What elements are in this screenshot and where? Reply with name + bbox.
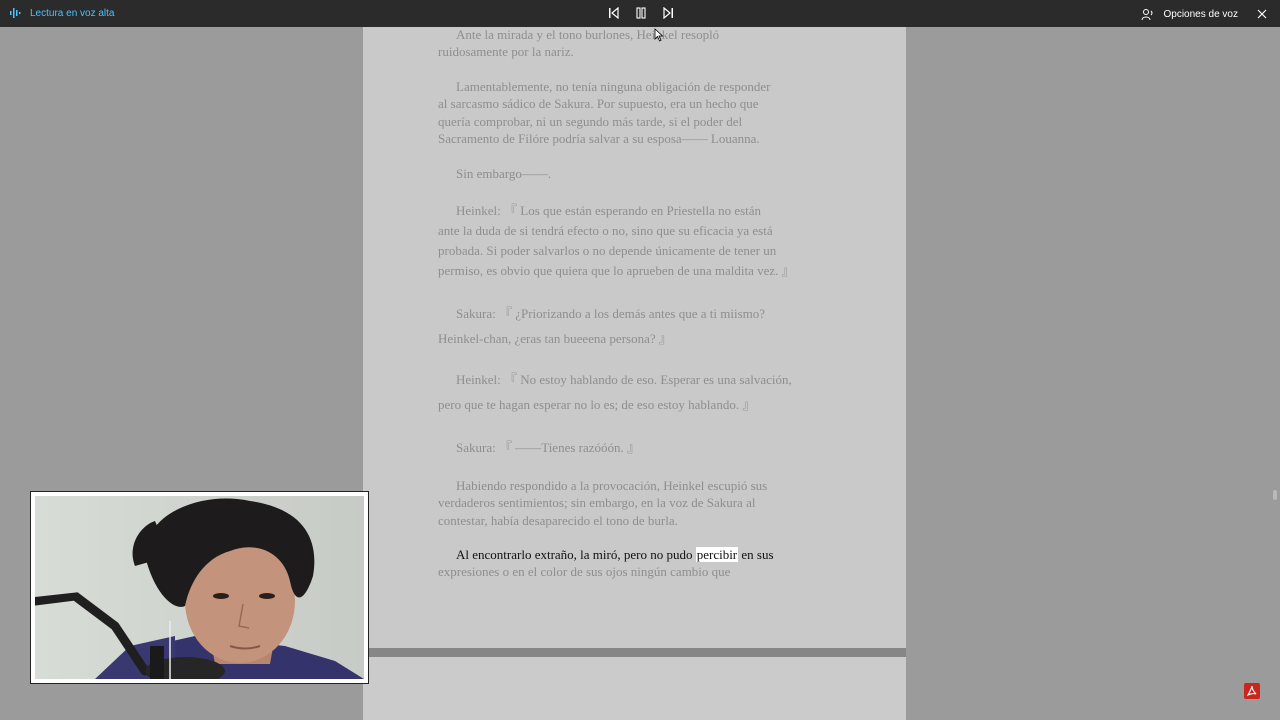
scrollbar-thumb[interactable] [1273,490,1277,500]
text-line: Heinkel: 『 No estoy hablando de eso. Esp… [456,372,792,387]
pdf-icon[interactable] [1244,683,1260,699]
text-line: ante la duda de si tendrá efecto o no, s… [438,223,773,238]
paragraph: Sin embargo——. [438,165,831,182]
text-line: Lamentablemente, no tenía ninguna obliga… [456,79,771,94]
toolbar-right: Opciones de voz [1140,6,1271,22]
paragraph: Sakura: 『 ——Tienes razóóón. 』 [438,439,831,456]
skip-next-icon[interactable] [660,5,676,21]
paragraph: Habiendo respondido a la provocación, He… [438,477,831,529]
text-line: Sakura: 『 ——Tienes razóóón. 』 [456,440,641,455]
read-aloud-indicator[interactable]: Lectura en voz alta [10,7,115,19]
text-line: probada. Si poder salvarlos o no depende… [438,243,777,258]
text-line: expresiones o en el color de sus ojos ni… [438,564,731,580]
webcam-overlay [30,491,369,684]
voice-options-icon[interactable] [1140,6,1156,22]
current-word-highlight: percibir [695,547,739,562]
text-line: Sacramento de Filóre podría salvar a su … [438,131,760,147]
active-text-line: Al encontrarlo extraño, la miró, pero no… [438,546,831,563]
page-separator [363,648,906,657]
playback-controls [606,5,676,21]
paragraph: Ante la mirada y el tono burlones, Heink… [438,26,831,61]
read-aloud-label: Lectura en voz alta [30,7,115,19]
text-line: ruidosamente por la nariz. [438,44,574,60]
text-line: Ante la mirada y el tono burlones, Heink… [456,27,720,42]
paragraph: Heinkel: 『 No estoy hablando de eso. Esp… [438,367,831,417]
audio-wave-icon [10,7,22,19]
paragraph: Sakura: 『 ¿Priorizando a los demás antes… [438,301,831,351]
text-line: Heinkel: 『 Los que están esperando en Pr… [456,203,762,218]
webcam-video [35,496,364,679]
paragraph-being-read: Al encontrarlo extraño, la miró, pero no… [438,546,831,581]
text-line: permiso, es obvio que quiera que lo apru… [438,263,795,278]
text-line: Sakura: 『 ¿Priorizando a los demás antes… [456,306,766,321]
pause-icon[interactable] [633,5,649,21]
text-line: pero que te hagan esperar no lo es; de e… [438,397,756,412]
skip-previous-icon[interactable] [606,5,622,21]
text-line: contestar, había desaparecido el tono de… [438,512,678,528]
mouse-cursor-icon [654,27,664,46]
text-line: Heinkel-chan, ¿eras tan bueeena persona?… [438,331,672,346]
text-line: al sarcasmo sádico de Sakura. Por supues… [438,96,759,112]
read-text: Al encontrarlo extraño, la miró, pero no… [456,547,696,562]
voice-options-label[interactable]: Opciones de voz [1164,9,1239,20]
paragraph: Heinkel: 『 Los que están esperando en Pr… [438,201,831,281]
read-aloud-toolbar: Lectura en voz alta Opciones de voz [0,0,1280,27]
document-next-page [363,657,906,720]
paragraph: Lamentablemente, no tenía ninguna obliga… [438,78,831,148]
text-line: Sin embargo——. [456,166,552,181]
text-line: Habiendo respondido a la provocación, He… [456,478,768,493]
document-page: Ante la mirada y el tono burlones, Heink… [363,27,906,648]
read-text-after: en sus [738,547,774,562]
text-line: verdaderos sentimientos; sin embargo, en… [438,495,756,511]
close-icon[interactable] [1254,6,1270,22]
text-line: quería comprobar, ni un segundo más tard… [438,113,743,129]
